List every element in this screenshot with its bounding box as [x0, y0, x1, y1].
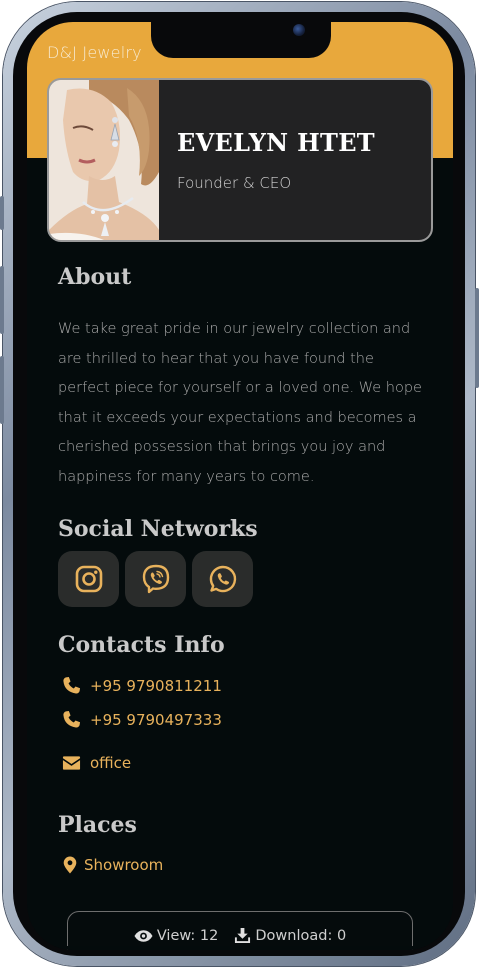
- envelope-icon: [62, 756, 81, 770]
- screen: D&J Jewelry EVELYN HTET Founder & CEO Ab…: [27, 22, 453, 950]
- view-count-label: View: 12: [156, 927, 219, 944]
- screen-bottom-edge: [27, 946, 453, 950]
- place-label: Showroom: [84, 856, 164, 874]
- power-button: [475, 288, 479, 388]
- email-label: office: [90, 754, 132, 772]
- phone-number-2: +95 9790497333: [90, 710, 222, 729]
- phone-number-1: +95 9790811211: [90, 676, 222, 695]
- place-link-showroom[interactable]: Showroom: [63, 856, 163, 874]
- email-link[interactable]: office: [62, 754, 131, 772]
- instagram-icon: [75, 565, 102, 593]
- about-text: We take great pride in our jewelry colle…: [58, 321, 422, 485]
- view-count: View: 12: [134, 927, 219, 944]
- whatsapp-icon: [209, 565, 236, 593]
- notch: [151, 22, 331, 58]
- download-count-label: Download: 0: [255, 927, 347, 944]
- phone-link-2[interactable]: +95 9790497333: [62, 710, 222, 729]
- map-pin-icon: [63, 856, 77, 874]
- download-count: Download: 0: [234, 927, 346, 944]
- brand-name: D&J Jewelry: [47, 43, 142, 62]
- instagram-button[interactable]: [58, 551, 119, 607]
- about-heading: About: [58, 264, 132, 290]
- eye-icon: [134, 929, 153, 942]
- viber-icon: [142, 564, 169, 594]
- places-heading: Places: [58, 812, 137, 838]
- volume-down-button: [0, 356, 4, 424]
- profile-name: EVELYN HTET: [177, 128, 375, 157]
- viber-button[interactable]: [125, 551, 186, 607]
- mute-switch: [0, 196, 4, 230]
- profile-photo: [49, 80, 159, 240]
- phone-icon: [63, 710, 81, 728]
- stats-bar: View: 12 Download: 0: [67, 911, 413, 950]
- download-icon: [235, 927, 251, 944]
- profile-role: Founder & CEO: [177, 174, 292, 192]
- contacts-heading: Contacts Info: [58, 632, 225, 658]
- profile-card: EVELYN HTET Founder & CEO: [47, 78, 433, 242]
- social-buttons: [58, 551, 253, 607]
- social-heading: Social Networks: [58, 516, 258, 542]
- phone-link-1[interactable]: +95 9790811211: [62, 676, 222, 695]
- whatsapp-button[interactable]: [192, 551, 253, 607]
- phone-icon: [63, 676, 81, 694]
- volume-up-button: [0, 266, 4, 334]
- front-camera: [293, 24, 305, 36]
